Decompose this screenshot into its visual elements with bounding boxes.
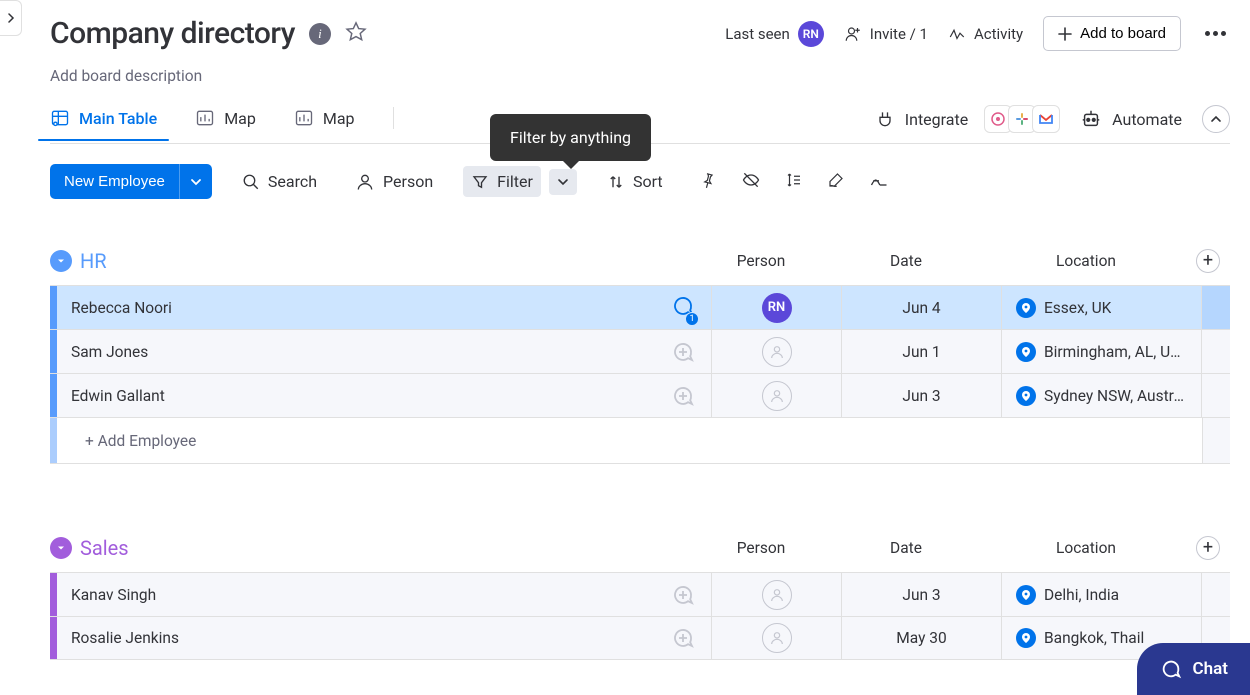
cell-location[interactable]: Delhi, India [1001, 573, 1201, 616]
last-seen[interactable]: Last seen RN [725, 21, 824, 47]
support-chat-widget[interactable]: Chat [1137, 643, 1250, 695]
chat-icon[interactable] [655, 617, 711, 659]
group-hr: HR Person Date Location + Rebecca Noori … [50, 249, 1230, 464]
cell-location[interactable]: Sydney NSW, Austral… [1001, 374, 1201, 417]
cell-name[interactable]: Sam Jones [57, 330, 655, 373]
height-icon[interactable] [785, 171, 803, 193]
sort-button[interactable]: Sort [599, 166, 671, 197]
cell-person[interactable] [711, 617, 841, 659]
board-header: Company directory i Last seen RN Invite … [50, 0, 1230, 51]
color-icon[interactable] [827, 171, 845, 193]
cell-date[interactable]: May 30 [841, 617, 1001, 659]
new-employee-dropdown[interactable] [179, 164, 212, 199]
group-title[interactable]: Sales [80, 536, 696, 560]
avatar: RN [798, 21, 824, 47]
column-header-location[interactable]: Location [986, 539, 1186, 557]
location-pin-icon [1016, 298, 1036, 318]
board-description[interactable]: Add board description [50, 67, 1230, 85]
filter-dropdown[interactable] [549, 169, 577, 195]
cell-date[interactable]: Jun 3 [841, 374, 1001, 417]
new-employee-button[interactable]: New Employee [50, 164, 179, 199]
table-row[interactable]: Edwin Gallant Jun 3 Sydney NSW, Austral… [50, 373, 1230, 417]
table-row[interactable]: Rebecca Noori 1 RN Jun 4 Essex, UK [50, 285, 1230, 329]
activity-button[interactable]: Activity [948, 25, 1023, 43]
filter-button[interactable]: Filter [463, 166, 541, 197]
hide-icon[interactable] [741, 170, 761, 194]
person-empty-icon [762, 381, 792, 411]
integration-icons[interactable] [988, 105, 1060, 133]
group-collapse-toggle[interactable] [50, 250, 72, 272]
chat-icon[interactable] [655, 573, 711, 616]
chat-icon[interactable]: 1 [655, 286, 711, 329]
more-menu[interactable] [1201, 31, 1230, 36]
column-header-date[interactable]: Date [826, 252, 986, 270]
star-icon[interactable] [345, 21, 367, 47]
cell-name[interactable]: Rosalie Jenkins [57, 617, 655, 659]
invite-button[interactable]: Invite / 1 [844, 25, 928, 43]
cell-person[interactable]: RN [711, 286, 841, 329]
chat-bubble-icon [1159, 657, 1183, 681]
column-header-person[interactable]: Person [696, 539, 826, 557]
board-title[interactable]: Company directory [50, 16, 295, 51]
cell-location[interactable]: Essex, UK [1001, 286, 1201, 329]
group-sales: Sales Person Date Location + Kanav Singh… [50, 536, 1230, 660]
cell-date[interactable]: Jun 3 [841, 573, 1001, 616]
pin-icon[interactable] [699, 171, 717, 193]
chat-icon[interactable] [655, 374, 711, 417]
table-row[interactable]: Kanav Singh Jun 3 Delhi, India [50, 572, 1230, 616]
person-filter-button[interactable]: Person [347, 166, 441, 198]
column-header-date[interactable]: Date [826, 539, 986, 557]
location-pin-icon [1016, 585, 1036, 605]
avatar: RN [762, 293, 792, 323]
group-title[interactable]: HR [80, 249, 696, 273]
cell-person[interactable] [711, 573, 841, 616]
collapse-header-button[interactable] [1202, 105, 1230, 133]
person-empty-icon [762, 580, 792, 610]
add-column-button[interactable]: + [1196, 249, 1220, 273]
table-row[interactable]: Sam Jones Jun 1 Birmingham, AL, USA [50, 329, 1230, 373]
info-icon[interactable]: i [309, 23, 331, 45]
automate-button[interactable]: Automate [1080, 108, 1182, 130]
person-empty-icon [762, 337, 792, 367]
column-header-location[interactable]: Location [986, 252, 1186, 270]
cell-name[interactable]: Rebecca Noori [57, 286, 655, 329]
column-header-person[interactable]: Person [696, 252, 826, 270]
cell-person[interactable] [711, 374, 841, 417]
expand-sidebar-handle[interactable] [0, 0, 22, 36]
chat-icon[interactable] [655, 330, 711, 373]
location-pin-icon [1016, 628, 1036, 648]
cell-location[interactable]: Birmingham, AL, USA [1001, 330, 1201, 373]
location-pin-icon [1016, 386, 1036, 406]
add-to-board-button[interactable]: Add to board [1043, 16, 1181, 51]
integrate-button[interactable]: Integrate [875, 109, 968, 129]
format-icon[interactable] [869, 170, 889, 194]
tab-map-2[interactable]: Map [294, 108, 355, 140]
add-column-button[interactable]: + [1196, 536, 1220, 560]
tab-map-1[interactable]: Map [195, 108, 256, 140]
table-row[interactable]: Rosalie Jenkins May 30 Bangkok, Thail [50, 616, 1230, 660]
cell-date[interactable]: Jun 4 [841, 286, 1001, 329]
cell-name[interactable]: Kanav Singh [57, 573, 655, 616]
location-pin-icon [1016, 342, 1036, 362]
filter-tooltip: Filter by anything [490, 114, 651, 161]
person-empty-icon [762, 623, 792, 653]
search-button[interactable]: Search [234, 166, 325, 197]
group-collapse-toggle[interactable] [50, 537, 72, 559]
add-employee-row[interactable]: + Add Employee [50, 417, 1230, 464]
cell-person[interactable] [711, 330, 841, 373]
cell-name[interactable]: Edwin Gallant [57, 374, 655, 417]
cell-date[interactable]: Jun 1 [841, 330, 1001, 373]
tab-main-table[interactable]: Main Table [50, 108, 157, 140]
